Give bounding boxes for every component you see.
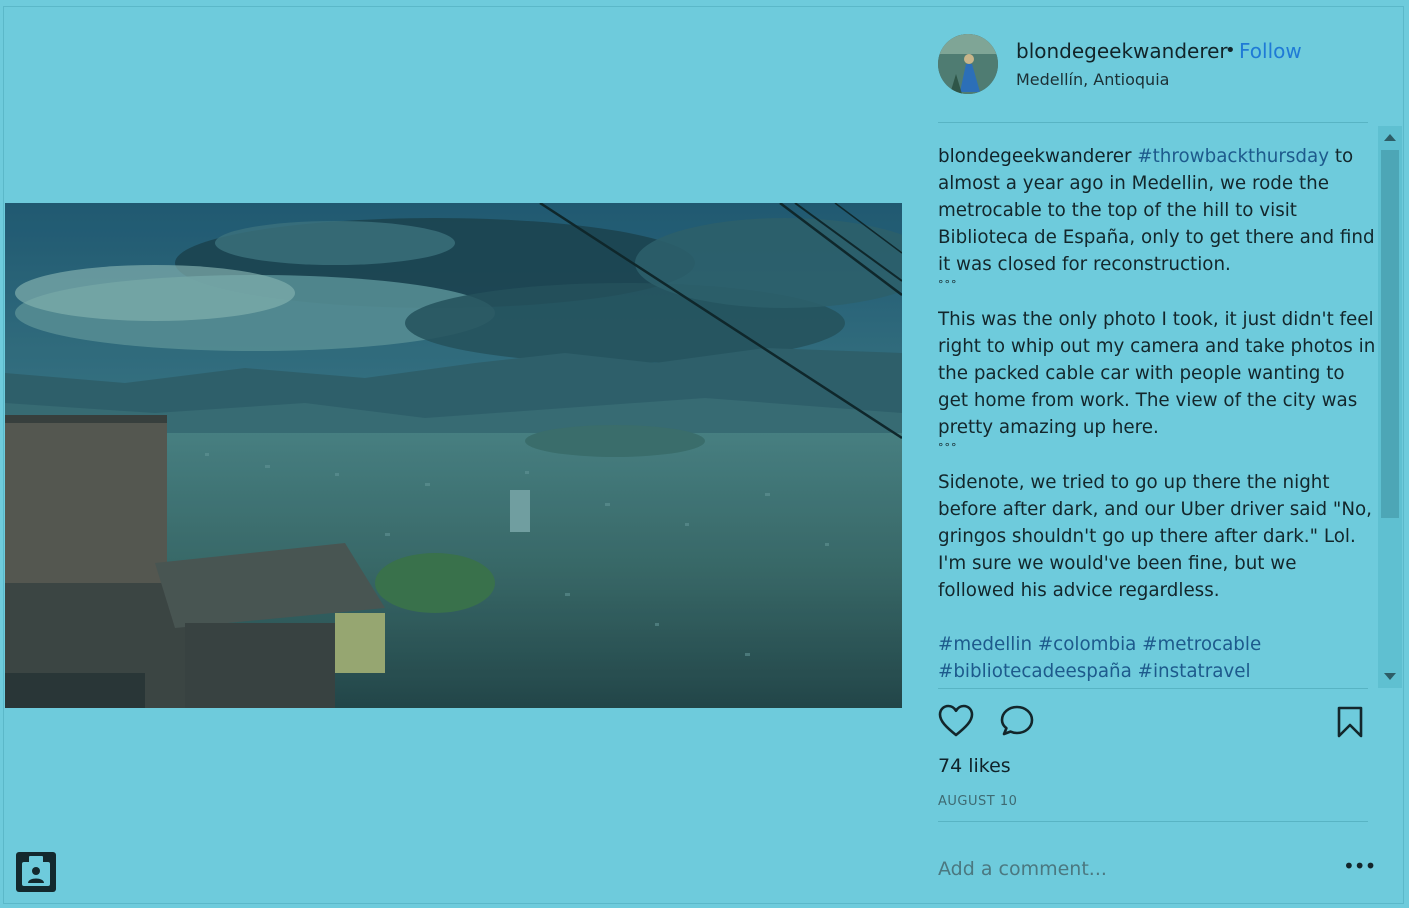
caption-divider: °°° bbox=[938, 278, 958, 291]
caption-paragraph-3: Sidenote, we tried to go up there the ni… bbox=[938, 472, 1372, 601]
profile-badge-icon bbox=[22, 856, 50, 886]
post-sidebar: blondegeekwanderer • Follow Medellín, An… bbox=[902, 6, 1404, 904]
follow-button[interactable]: Follow bbox=[1239, 39, 1302, 63]
caption-username[interactable]: blondegeekwanderer bbox=[938, 146, 1131, 167]
post-author-username[interactable]: blondegeekwanderer bbox=[1016, 39, 1228, 63]
comment-bubble-icon[interactable] bbox=[1000, 704, 1036, 742]
user-avatar[interactable] bbox=[938, 34, 998, 94]
caption-divider: °°° bbox=[938, 441, 958, 454]
medellin-city-view-image bbox=[5, 203, 902, 708]
scrollbar-thumb[interactable] bbox=[1381, 150, 1399, 518]
divider bbox=[938, 821, 1368, 822]
caption-scroll-area[interactable]: blondegeekwanderer #throwbackthursday to… bbox=[938, 143, 1378, 691]
divider bbox=[938, 122, 1368, 123]
add-comment-input[interactable] bbox=[938, 854, 1318, 884]
caption-hashtag[interactable]: #throwbackthursday bbox=[1137, 146, 1329, 167]
divider bbox=[938, 688, 1368, 689]
caption-hashtags[interactable]: #medellin #colombia #metrocable #bibliot… bbox=[938, 631, 1378, 685]
caption-scrollbar[interactable] bbox=[1378, 126, 1402, 688]
likes-count[interactable]: 74 likes bbox=[938, 755, 1011, 777]
caption: blondegeekwanderer #throwbackthursday to… bbox=[938, 143, 1378, 685]
post-location[interactable]: Medellín, Antioquia bbox=[1016, 70, 1169, 89]
caption-paragraph-2: This was the only photo I took, it just … bbox=[938, 309, 1376, 438]
profile-badge-button[interactable] bbox=[16, 852, 56, 892]
post-date: AUGUST 10 bbox=[938, 794, 1018, 809]
post-actions bbox=[938, 704, 1368, 738]
heart-icon[interactable] bbox=[938, 704, 974, 742]
more-options-button[interactable]: ••• bbox=[1343, 854, 1376, 878]
scroll-down-arrow-icon[interactable] bbox=[1384, 673, 1396, 680]
scroll-up-arrow-icon[interactable] bbox=[1384, 134, 1396, 141]
post-photo[interactable] bbox=[5, 203, 902, 708]
separator-dot: • bbox=[1225, 40, 1236, 61]
bookmark-icon[interactable] bbox=[1336, 706, 1364, 742]
avatar-image bbox=[938, 34, 998, 94]
